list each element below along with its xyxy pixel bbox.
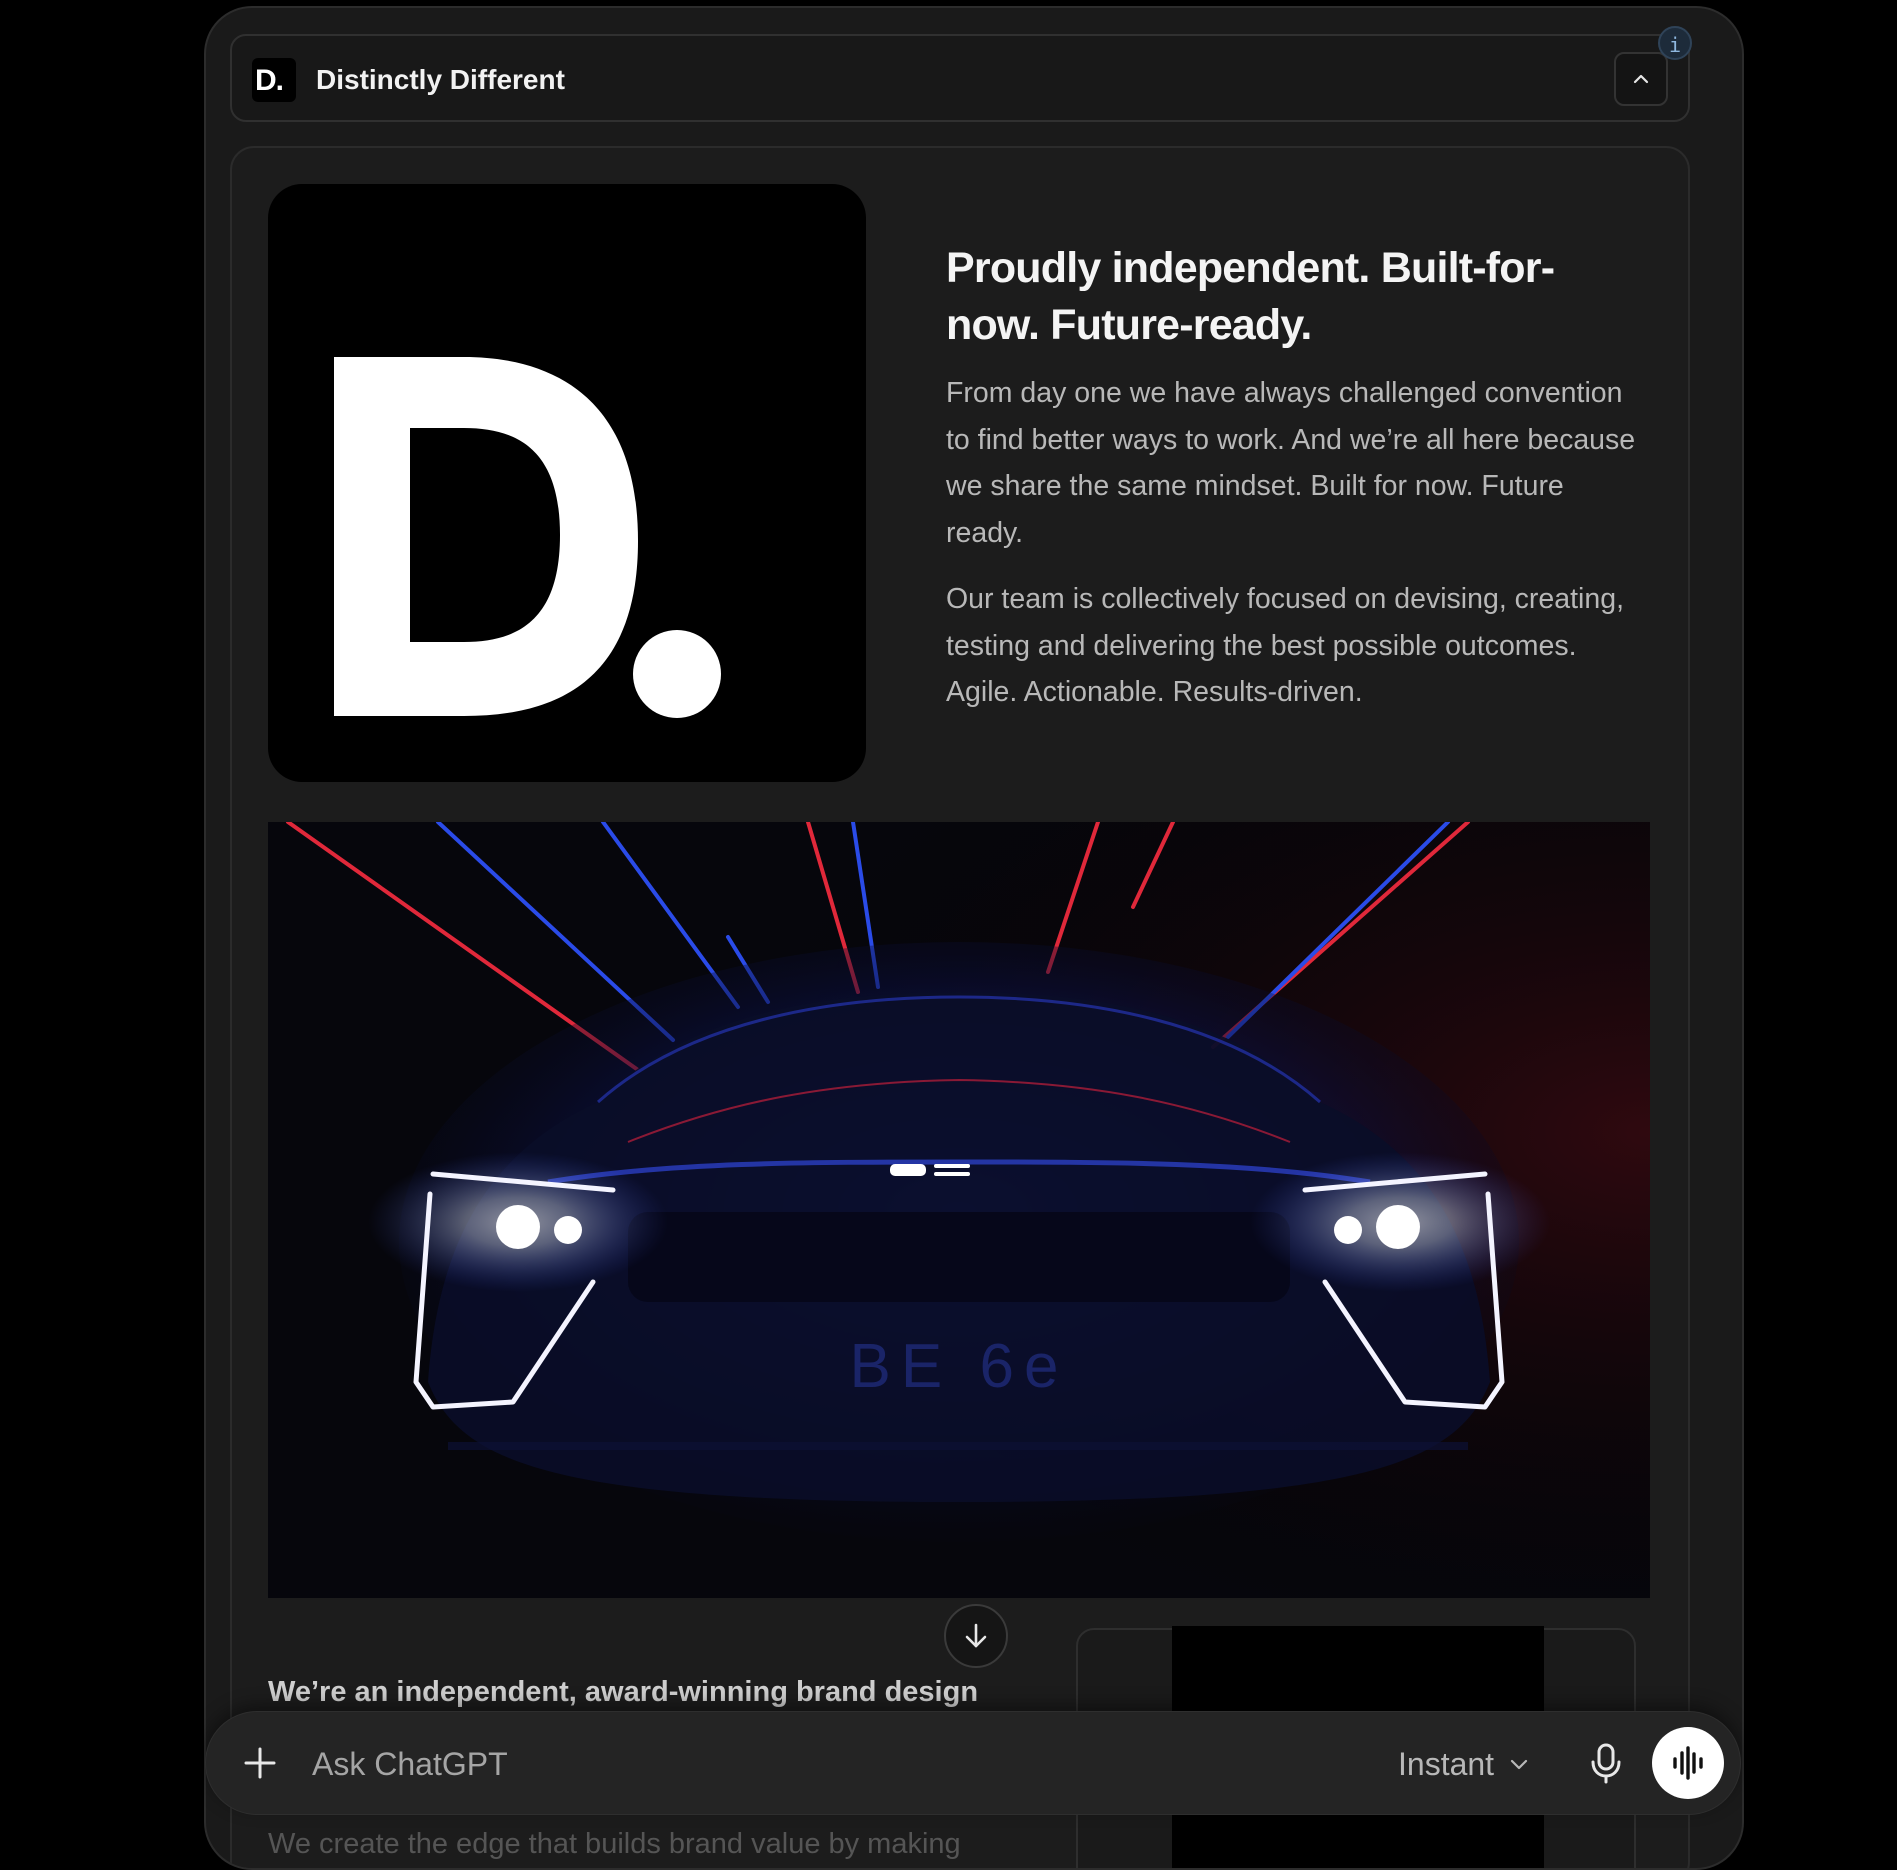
intro-body-faded: We create the edge that builds brand val… bbox=[268, 1828, 961, 1860]
microphone-icon[interactable] bbox=[1582, 1739, 1630, 1787]
d-logo-mark bbox=[334, 357, 721, 718]
intro-heading: We’re an independent, award-winning bran… bbox=[268, 1676, 979, 1708]
chevron-up-icon bbox=[1633, 74, 1649, 84]
prompt-input[interactable] bbox=[310, 1740, 1134, 1788]
hero-paragraph-2: Our team is collectively focused on devi… bbox=[946, 583, 1624, 708]
scroll-down-button[interactable] bbox=[944, 1604, 1008, 1668]
app-frame: D. Distinctly Different Proudly independ… bbox=[204, 6, 1744, 1870]
chat-composer: Instant bbox=[206, 1712, 1740, 1814]
content-card: Proudly independent. Built-for-now. Futu… bbox=[230, 146, 1690, 1868]
car-illustration: BE 6e bbox=[268, 822, 1650, 1598]
brand-logo-tile bbox=[268, 184, 866, 782]
hero-headline: Proudly independent. Built-for-now. Futu… bbox=[946, 244, 1555, 349]
chevron-down-icon bbox=[1510, 1759, 1528, 1770]
voice-mode-button[interactable] bbox=[1652, 1727, 1724, 1799]
brand-logo: D. bbox=[252, 58, 296, 102]
hero-paragraph-1: From day one we have always challenged c… bbox=[946, 377, 1636, 549]
collapse-button[interactable] bbox=[1614, 52, 1668, 106]
voice-waveform-icon bbox=[1673, 1746, 1703, 1780]
car-headlights-image: BE 6e bbox=[268, 822, 1650, 1598]
plus-icon[interactable] bbox=[242, 1745, 278, 1781]
arrow-down-icon bbox=[965, 1623, 987, 1648]
model-label: Instant bbox=[1398, 1745, 1495, 1782]
model-picker[interactable]: Instant bbox=[1398, 1742, 1530, 1786]
widget-header: D. Distinctly Different bbox=[230, 34, 1690, 122]
info-button[interactable]: i bbox=[1658, 26, 1692, 60]
widget-title: Distinctly Different bbox=[316, 64, 565, 95]
car-plate-text: BE 6e bbox=[850, 1332, 1069, 1401]
